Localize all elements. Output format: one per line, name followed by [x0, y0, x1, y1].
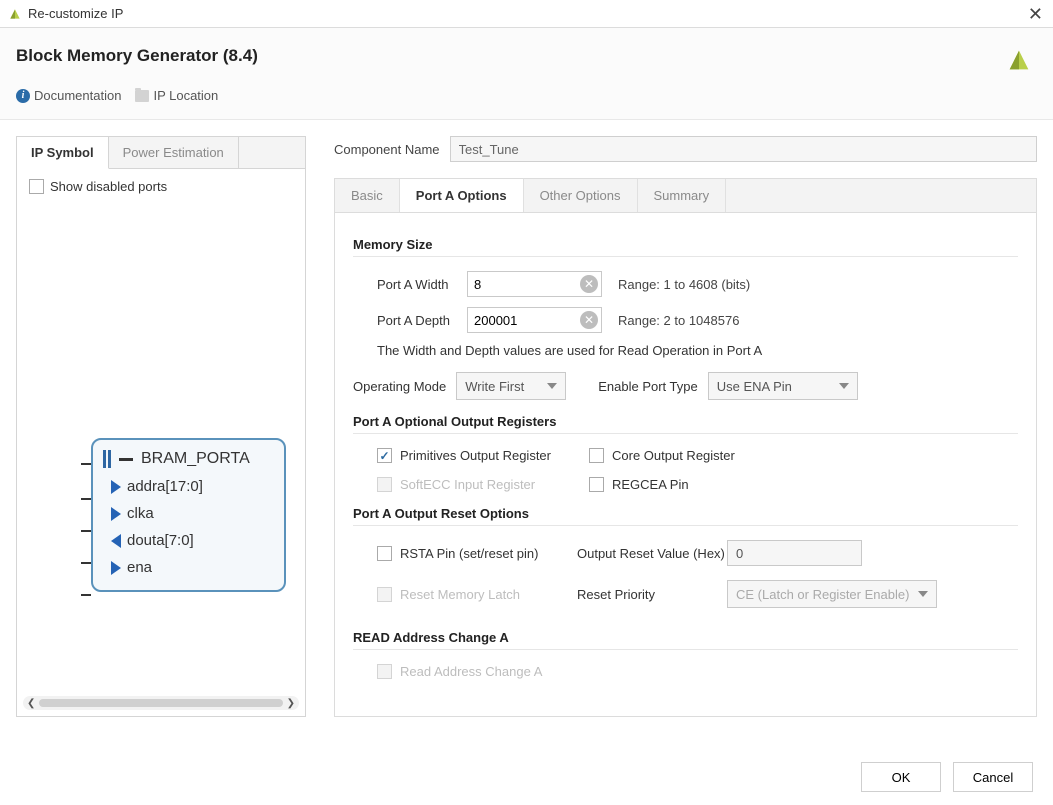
read-address-change-label: Read Address Change A [400, 664, 542, 679]
port-ena: ena [111, 559, 276, 576]
scroll-left-icon[interactable]: ❮ [27, 698, 35, 709]
core-output-register-label: Core Output Register [612, 448, 735, 463]
close-icon[interactable]: ✕ [1028, 5, 1043, 23]
softecc-input-register-label: SoftECC Input Register [400, 477, 535, 492]
operating-mode-label: Operating Mode [353, 379, 446, 394]
horizontal-scrollbar[interactable]: ❮ ❯ [23, 696, 299, 710]
section-output-reset: Port A Output Reset Options [353, 506, 1018, 521]
primitives-output-register-label: Primitives Output Register [400, 448, 551, 463]
port-a-width-range: Range: 1 to 4608 (bits) [618, 277, 750, 292]
regcea-pin-checkbox[interactable] [589, 477, 604, 492]
tab-other-options[interactable]: Other Options [524, 179, 638, 212]
softecc-input-register-checkbox [377, 477, 392, 492]
collapse-icon[interactable] [119, 458, 133, 461]
left-tabs: IP Symbol Power Estimation [17, 137, 305, 169]
enable-port-type-select[interactable]: Use ENA Pin [708, 372, 858, 400]
scroll-right-icon[interactable]: ❯ [287, 698, 295, 709]
show-disabled-ports-checkbox[interactable] [29, 179, 44, 194]
memory-size-note: The Width and Depth values are used for … [377, 343, 1018, 358]
reset-memory-latch-label: Reset Memory Latch [400, 587, 520, 602]
footer: OK Cancel [0, 749, 1053, 805]
input-arrow-icon [111, 507, 121, 521]
operating-mode-select[interactable]: Write First [456, 372, 566, 400]
right-tabs: Basic Port A Options Other Options Summa… [334, 178, 1037, 212]
read-address-change-checkbox [377, 664, 392, 679]
reset-memory-latch-checkbox [377, 587, 392, 602]
window-title: Re-customize IP [28, 6, 123, 21]
input-arrow-icon [111, 561, 121, 575]
chevron-down-icon [918, 591, 928, 597]
tab-port-a-options[interactable]: Port A Options [400, 178, 524, 212]
port-stub [81, 498, 91, 500]
documentation-link[interactable]: i Documentation [16, 88, 121, 103]
section-output-registers: Port A Optional Output Registers [353, 414, 1018, 429]
clear-icon[interactable]: ✕ [580, 311, 598, 329]
divider [353, 649, 1018, 650]
section-memory-size: Memory Size [353, 237, 1018, 252]
port-stub [81, 594, 91, 596]
block-title: BRAM_PORTA [141, 450, 250, 468]
ip-symbol-diagram[interactable]: BRAM_PORTA addra[17:0] clka douta[7:0] [29, 200, 293, 682]
reset-priority-select: CE (Latch or Register Enable) [727, 580, 937, 608]
vendor-logo-icon [1005, 46, 1033, 74]
bram-block: BRAM_PORTA addra[17:0] clka douta[7:0] [91, 438, 286, 592]
divider [353, 256, 1018, 257]
tab-ip-symbol[interactable]: IP Symbol [17, 137, 109, 169]
tab-power-estimation[interactable]: Power Estimation [109, 137, 239, 168]
info-icon: i [16, 89, 30, 103]
rsta-pin-checkbox[interactable] [377, 546, 392, 561]
left-panel: IP Symbol Power Estimation Show disabled… [16, 136, 306, 717]
port-addra: addra[17:0] [111, 478, 276, 495]
scroll-thumb[interactable] [39, 699, 282, 707]
header: Block Memory Generator (8.4) i Documenta… [0, 28, 1053, 120]
divider [353, 433, 1018, 434]
folder-icon [135, 90, 149, 102]
divider [353, 525, 1018, 526]
tab-basic[interactable]: Basic [335, 179, 400, 212]
section-read-address-change: READ Address Change A [353, 630, 1018, 645]
right-panel: Component Name Basic Port A Options Othe… [334, 136, 1037, 717]
port-a-depth-label: Port A Depth [377, 313, 457, 328]
clear-icon[interactable]: ✕ [580, 275, 598, 293]
output-reset-value-input[interactable] [727, 540, 862, 566]
page-title: Block Memory Generator (8.4) [16, 46, 258, 66]
port-a-width-label: Port A Width [377, 277, 457, 292]
titlebar: Re-customize IP ✕ [0, 0, 1053, 28]
cancel-button[interactable]: Cancel [953, 762, 1033, 792]
port-douta: douta[7:0] [111, 532, 276, 549]
ip-location-link[interactable]: IP Location [135, 88, 218, 103]
output-arrow-icon [111, 534, 121, 548]
chevron-down-icon [547, 383, 557, 389]
core-output-register-checkbox[interactable] [589, 448, 604, 463]
regcea-pin-label: REGCEA Pin [612, 477, 689, 492]
port-a-depth-range: Range: 2 to 1048576 [618, 313, 739, 328]
right-panel-body: Memory Size Port A Width ✕ Range: 1 to 4… [334, 212, 1037, 717]
output-reset-value-label: Output Reset Value (Hex) [577, 546, 727, 561]
rsta-pin-label: RSTA Pin (set/reset pin) [400, 546, 538, 561]
port-stub [81, 562, 91, 564]
component-name-input[interactable] [450, 136, 1038, 162]
tab-summary[interactable]: Summary [638, 179, 727, 212]
input-arrow-icon [111, 480, 121, 494]
port-stub [81, 530, 91, 532]
app-icon [8, 7, 22, 21]
chevron-down-icon [839, 383, 849, 389]
primitives-output-register-checkbox[interactable] [377, 448, 392, 463]
port-stub [81, 463, 91, 465]
port-clka: clka [111, 505, 276, 522]
reset-priority-label: Reset Priority [577, 587, 727, 602]
enable-port-type-label: Enable Port Type [598, 379, 698, 394]
main: IP Symbol Power Estimation Show disabled… [0, 120, 1053, 733]
ok-button[interactable]: OK [861, 762, 941, 792]
show-disabled-ports-label: Show disabled ports [50, 179, 167, 194]
bus-icon [103, 450, 111, 468]
component-name-label: Component Name [334, 142, 440, 157]
